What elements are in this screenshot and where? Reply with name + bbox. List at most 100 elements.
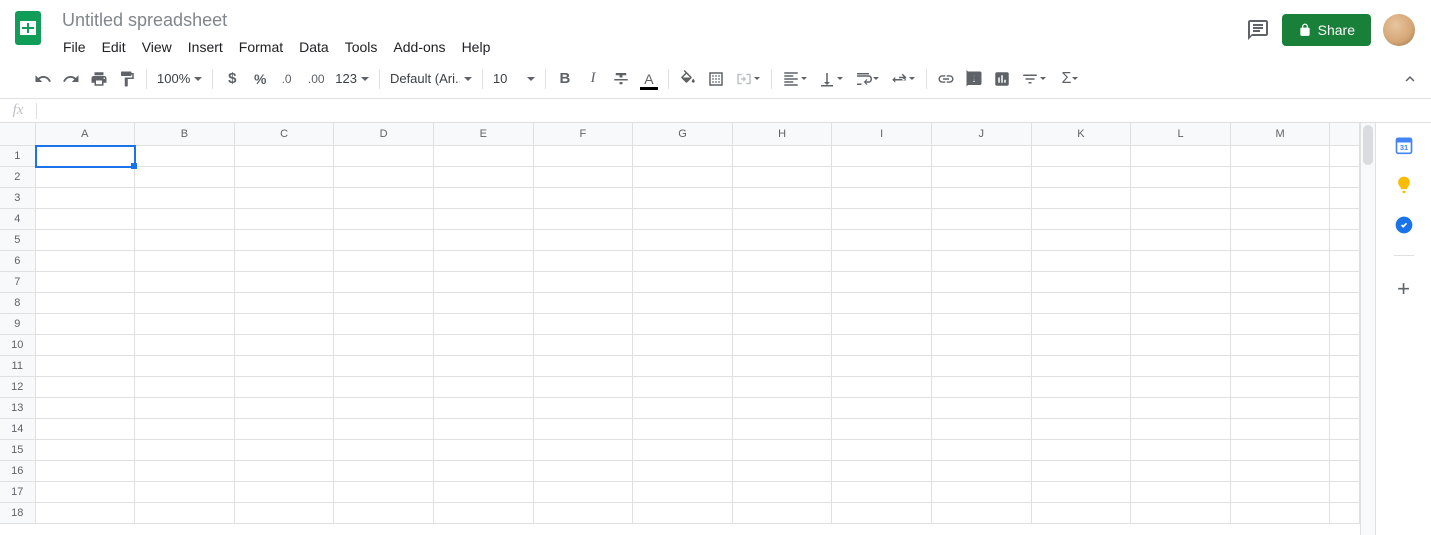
- comments-icon[interactable]: [1246, 18, 1270, 42]
- cell[interactable]: [534, 314, 634, 335]
- cell[interactable]: [832, 356, 932, 377]
- cell[interactable]: [733, 398, 833, 419]
- cell[interactable]: [1231, 293, 1331, 314]
- cell[interactable]: [1231, 209, 1331, 230]
- cell[interactable]: [235, 356, 335, 377]
- cell[interactable]: [1131, 188, 1231, 209]
- cell[interactable]: [534, 251, 634, 272]
- cell[interactable]: [1330, 503, 1360, 524]
- cell[interactable]: [633, 440, 733, 461]
- cell[interactable]: [534, 461, 634, 482]
- cell[interactable]: [334, 314, 434, 335]
- cell[interactable]: [434, 293, 534, 314]
- functions-button[interactable]: Σ: [1053, 66, 1087, 92]
- row-header[interactable]: 7: [0, 272, 36, 293]
- cell[interactable]: [1131, 377, 1231, 398]
- cell[interactable]: [1131, 356, 1231, 377]
- menu-edit[interactable]: Edit: [95, 35, 133, 59]
- insert-chart-button[interactable]: [989, 66, 1015, 92]
- cell[interactable]: [135, 146, 235, 167]
- cell[interactable]: [534, 419, 634, 440]
- cell[interactable]: [1032, 272, 1132, 293]
- cell[interactable]: [633, 377, 733, 398]
- cell[interactable]: [235, 398, 335, 419]
- cell[interactable]: [334, 230, 434, 251]
- cell[interactable]: [534, 335, 634, 356]
- cell[interactable]: [1330, 251, 1360, 272]
- cell[interactable]: [1032, 482, 1132, 503]
- cell[interactable]: [334, 377, 434, 398]
- column-header[interactable]: D: [334, 123, 434, 146]
- cell[interactable]: [334, 188, 434, 209]
- add-addon-button[interactable]: +: [1397, 276, 1410, 302]
- font-dropdown[interactable]: Default (Ari...: [386, 66, 476, 92]
- merge-cells-button[interactable]: [731, 66, 765, 92]
- cell[interactable]: [1131, 167, 1231, 188]
- insert-comment-button[interactable]: [961, 66, 987, 92]
- number-format-dropdown[interactable]: 123: [331, 66, 373, 92]
- cell[interactable]: [434, 251, 534, 272]
- column-header[interactable]: F: [534, 123, 634, 146]
- cell[interactable]: [932, 503, 1032, 524]
- cell[interactable]: [1330, 398, 1360, 419]
- cell[interactable]: [733, 335, 833, 356]
- formula-input[interactable]: [37, 103, 1431, 118]
- cell[interactable]: [36, 209, 136, 230]
- cell[interactable]: [1231, 230, 1331, 251]
- cell[interactable]: [932, 251, 1032, 272]
- cell[interactable]: [334, 272, 434, 293]
- cell[interactable]: [36, 356, 136, 377]
- cell[interactable]: [832, 293, 932, 314]
- cell[interactable]: [135, 314, 235, 335]
- cell[interactable]: [1330, 230, 1360, 251]
- percent-button[interactable]: %: [247, 66, 273, 92]
- cell[interactable]: [832, 230, 932, 251]
- cell[interactable]: [633, 356, 733, 377]
- cell[interactable]: [1032, 251, 1132, 272]
- cell[interactable]: [733, 167, 833, 188]
- cell[interactable]: [434, 461, 534, 482]
- cell[interactable]: [1131, 461, 1231, 482]
- cell[interactable]: [235, 167, 335, 188]
- cell[interactable]: [36, 251, 136, 272]
- cell[interactable]: [1131, 419, 1231, 440]
- cell[interactable]: [932, 419, 1032, 440]
- row-header[interactable]: 11: [0, 356, 36, 377]
- cell[interactable]: [1032, 167, 1132, 188]
- cell[interactable]: [1231, 503, 1331, 524]
- cell[interactable]: [434, 209, 534, 230]
- cell[interactable]: [334, 356, 434, 377]
- cell[interactable]: [534, 209, 634, 230]
- cell[interactable]: [932, 167, 1032, 188]
- menu-view[interactable]: View: [135, 35, 179, 59]
- cell[interactable]: [434, 314, 534, 335]
- cell[interactable]: [832, 251, 932, 272]
- cell[interactable]: [534, 188, 634, 209]
- cell[interactable]: [235, 503, 335, 524]
- borders-button[interactable]: [703, 66, 729, 92]
- cell[interactable]: [1131, 209, 1231, 230]
- cell[interactable]: [733, 419, 833, 440]
- cell[interactable]: [135, 398, 235, 419]
- cell[interactable]: [1231, 146, 1331, 167]
- column-header[interactable]: B: [135, 123, 235, 146]
- cell[interactable]: [633, 188, 733, 209]
- cell[interactable]: [633, 503, 733, 524]
- cell[interactable]: [135, 377, 235, 398]
- cell[interactable]: [1330, 461, 1360, 482]
- cell[interactable]: [434, 503, 534, 524]
- cell[interactable]: [1330, 314, 1360, 335]
- cell[interactable]: [633, 293, 733, 314]
- collapse-toolbar-button[interactable]: [1397, 66, 1423, 92]
- cell[interactable]: [534, 272, 634, 293]
- cell[interactable]: [1330, 440, 1360, 461]
- cell[interactable]: [334, 293, 434, 314]
- cell[interactable]: [1032, 230, 1132, 251]
- cell[interactable]: [36, 440, 136, 461]
- cell[interactable]: [135, 251, 235, 272]
- decrease-decimal-button[interactable]: .0: [275, 66, 301, 92]
- cell[interactable]: [1330, 272, 1360, 293]
- cell[interactable]: [1131, 482, 1231, 503]
- cell[interactable]: [1131, 146, 1231, 167]
- cell[interactable]: [534, 377, 634, 398]
